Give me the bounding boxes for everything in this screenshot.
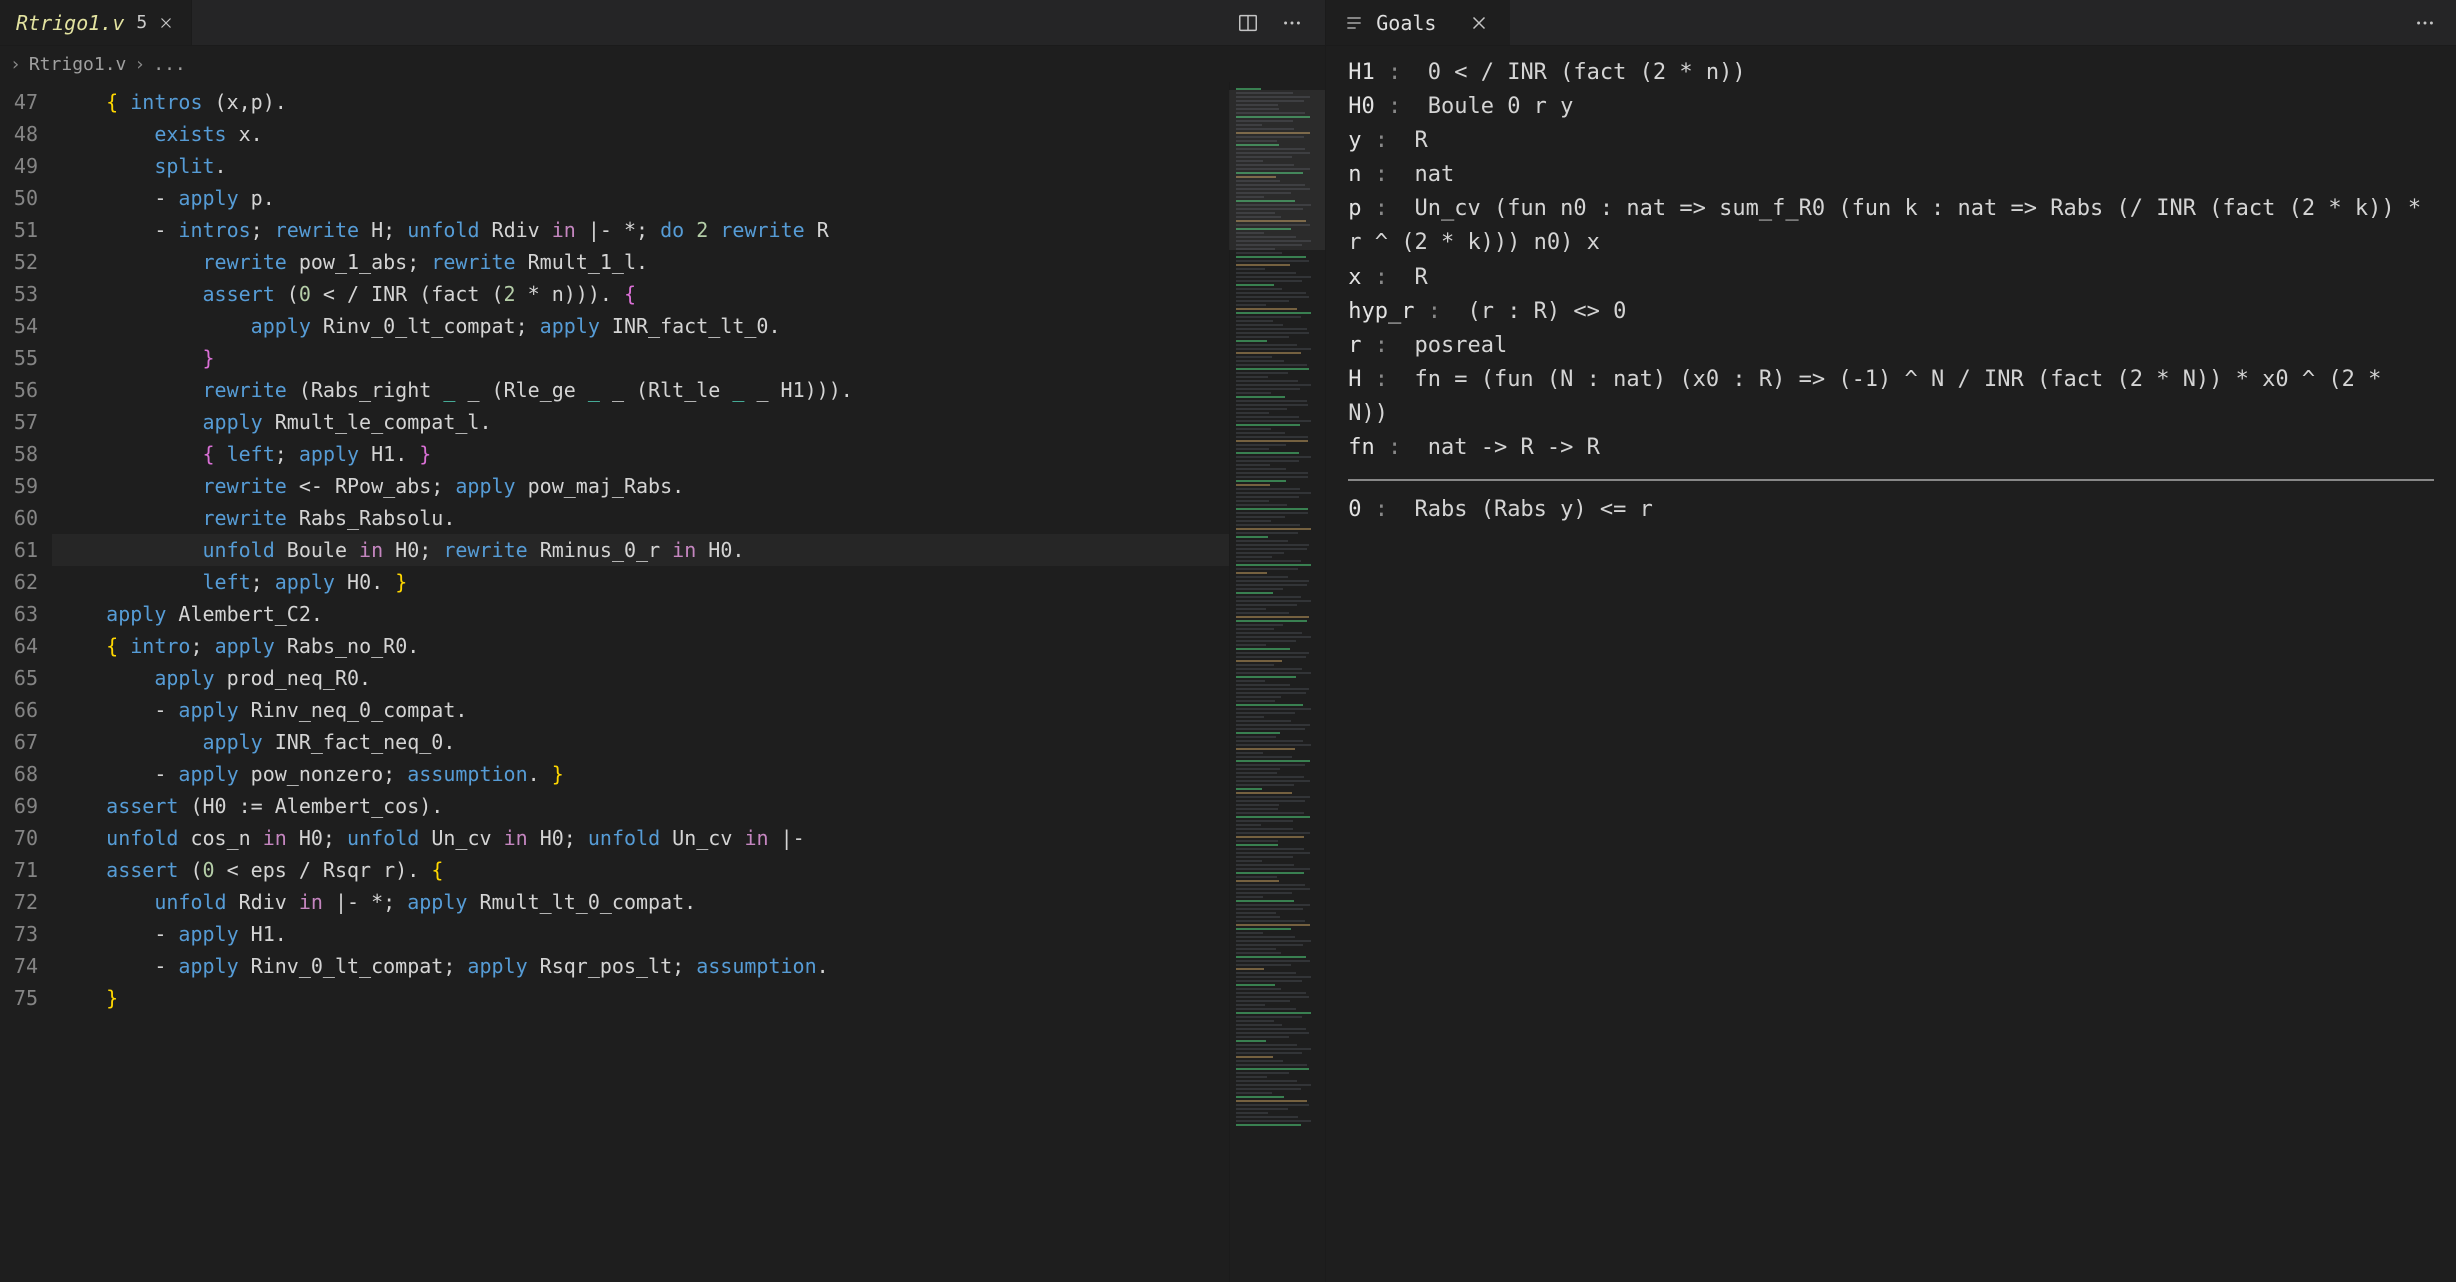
- hypothesis-row: n : nat: [1348, 158, 2434, 192]
- breadcrumb-rest: ...: [153, 54, 186, 75]
- line-number: 74: [0, 950, 38, 982]
- code-line[interactable]: - apply H1.: [52, 918, 1229, 950]
- code-line[interactable]: - apply p.: [52, 182, 1229, 214]
- code-line[interactable]: apply Rmult_le_compat_l.: [52, 406, 1229, 438]
- goals-body[interactable]: H1 : 0 < / INR (fact (2 * n))H0 : Boule …: [1326, 46, 2456, 1282]
- breadcrumb-file: Rtrigo1.v: [29, 54, 127, 75]
- hypothesis-row: r : posreal: [1348, 329, 2434, 363]
- code-line[interactable]: { intros (x,p).: [52, 86, 1229, 118]
- code-line[interactable]: unfold Boule in H0; rewrite Rminus_0_r i…: [52, 534, 1229, 566]
- minimap-slider[interactable]: [1229, 90, 1325, 250]
- code-line[interactable]: exists x.: [52, 118, 1229, 150]
- line-number: 69: [0, 790, 38, 822]
- code-line[interactable]: unfold Rdiv in |- *; apply Rmult_lt_0_co…: [52, 886, 1229, 918]
- more-icon[interactable]: [1279, 10, 1305, 36]
- tab-dirty-badge: 5: [136, 12, 147, 33]
- line-number: 73: [0, 918, 38, 950]
- code-line[interactable]: rewrite pow_1_abs; rewrite Rmult_1_l.: [52, 246, 1229, 278]
- goal-separator: [1348, 479, 2434, 481]
- line-number: 54: [0, 310, 38, 342]
- code-line[interactable]: rewrite (Rabs_right _ _ (Rle_ge _ _ (Rlt…: [52, 374, 1229, 406]
- close-icon[interactable]: [157, 14, 175, 32]
- code-line[interactable]: { intro; apply Rabs_no_R0.: [52, 630, 1229, 662]
- code-line[interactable]: rewrite Rabs_Rabsolu.: [52, 502, 1229, 534]
- editor-tabbar: Rtrigo1.v 5: [0, 0, 1325, 46]
- line-number: 70: [0, 822, 38, 854]
- tab-title: Rtrigo1.v: [16, 11, 124, 35]
- workbench: Rtrigo1.v 5 ›: [0, 0, 2456, 1282]
- line-number: 58: [0, 438, 38, 470]
- line-number: 51: [0, 214, 38, 246]
- line-number: 60: [0, 502, 38, 534]
- line-number: 66: [0, 694, 38, 726]
- chevron-right-icon: ›: [10, 54, 21, 75]
- line-number: 55: [0, 342, 38, 374]
- line-number: 53: [0, 278, 38, 310]
- hypothesis-row: H : fn = (fun (N : nat) (x0 : R) => (-1)…: [1348, 363, 2434, 431]
- line-number: 50: [0, 182, 38, 214]
- code-line[interactable]: split.: [52, 150, 1229, 182]
- line-number: 56: [0, 374, 38, 406]
- code-line[interactable]: apply Rinv_0_lt_compat; apply INR_fact_l…: [52, 310, 1229, 342]
- split-container: Rtrigo1.v 5 ›: [0, 0, 2456, 1282]
- code-line[interactable]: rewrite <- RPow_abs; apply pow_maj_Rabs.: [52, 470, 1229, 502]
- more-icon[interactable]: [2412, 10, 2438, 36]
- line-number: 72: [0, 886, 38, 918]
- goals-tab-title: Goals: [1376, 11, 1436, 35]
- line-number: 57: [0, 406, 38, 438]
- chevron-right-icon: ›: [134, 54, 145, 75]
- line-number: 49: [0, 150, 38, 182]
- code-line[interactable]: left; apply H0. }: [52, 566, 1229, 598]
- goal-row: 0 : Rabs (Rabs y) <= r: [1348, 493, 2434, 527]
- hypothesis-row: H0 : Boule 0 r y: [1348, 90, 2434, 124]
- line-number: 68: [0, 758, 38, 790]
- code-line[interactable]: assert (H0 := Alembert_cos).: [52, 790, 1229, 822]
- line-number: 61: [0, 534, 38, 566]
- code-line[interactable]: apply Alembert_C2.: [52, 598, 1229, 630]
- line-number: 71: [0, 854, 38, 886]
- code-line[interactable]: assert (0 < / INR (fact (2 * n))). {: [52, 278, 1229, 310]
- code-line[interactable]: }: [52, 342, 1229, 374]
- editor-body[interactable]: 4748495051525354555657585960616263646566…: [0, 82, 1325, 1282]
- minimap[interactable]: [1229, 82, 1325, 1282]
- line-number: 48: [0, 118, 38, 150]
- line-number: 67: [0, 726, 38, 758]
- code-line[interactable]: assert (0 < eps / Rsqr r). {: [52, 854, 1229, 886]
- line-number: 62: [0, 566, 38, 598]
- line-number: 64: [0, 630, 38, 662]
- line-number: 63: [0, 598, 38, 630]
- code-line[interactable]: - apply pow_nonzero; assumption. }: [52, 758, 1229, 790]
- code-line[interactable]: - apply Rinv_0_lt_compat; apply Rsqr_pos…: [52, 950, 1229, 982]
- line-number: 65: [0, 662, 38, 694]
- breadcrumb[interactable]: › Rtrigo1.v › ...: [0, 46, 1325, 82]
- line-number-gutter: 4748495051525354555657585960616263646566…: [0, 82, 52, 1282]
- line-number: 47: [0, 86, 38, 118]
- code-line[interactable]: apply prod_neq_R0.: [52, 662, 1229, 694]
- split-editor-icon[interactable]: [1235, 10, 1261, 36]
- code-line[interactable]: apply INR_fact_neq_0.: [52, 726, 1229, 758]
- line-number: 52: [0, 246, 38, 278]
- hypothesis-row: x : R: [1348, 261, 2434, 295]
- hypothesis-row: p : Un_cv (fun n0 : nat => sum_f_R0 (fun…: [1348, 192, 2434, 260]
- code-line[interactable]: { left; apply H1. }: [52, 438, 1229, 470]
- code-line[interactable]: unfold cos_n in H0; unfold Un_cv in H0; …: [52, 822, 1229, 854]
- list-icon: [1344, 13, 1364, 33]
- hypothesis-row: hyp_r : (r : R) <> 0: [1348, 295, 2434, 329]
- goals-tabbar: Goals: [1326, 0, 2456, 46]
- tab-goals[interactable]: Goals: [1326, 0, 1510, 45]
- editor-pane: Rtrigo1.v 5 ›: [0, 0, 1326, 1282]
- close-icon[interactable]: [1466, 10, 1492, 36]
- code-line[interactable]: - apply Rinv_neq_0_compat.: [52, 694, 1229, 726]
- hypothesis-row: H1 : 0 < / INR (fact (2 * n)): [1348, 56, 2434, 90]
- hypothesis-row: fn : nat -> R -> R: [1348, 431, 2434, 465]
- line-number: 75: [0, 982, 38, 1014]
- tab-rtrigo1[interactable]: Rtrigo1.v 5: [0, 0, 192, 45]
- code-line[interactable]: }: [52, 982, 1229, 1014]
- hypothesis-row: y : R: [1348, 124, 2434, 158]
- line-number: 59: [0, 470, 38, 502]
- code-line[interactable]: - intros; rewrite H; unfold Rdiv in |- *…: [52, 214, 1229, 246]
- code-area[interactable]: { intros (x,p). exists x. split. - apply…: [52, 82, 1229, 1282]
- goals-pane: Goals H1 : 0 < / INR (fact (2 * n))H0 : …: [1326, 0, 2456, 1282]
